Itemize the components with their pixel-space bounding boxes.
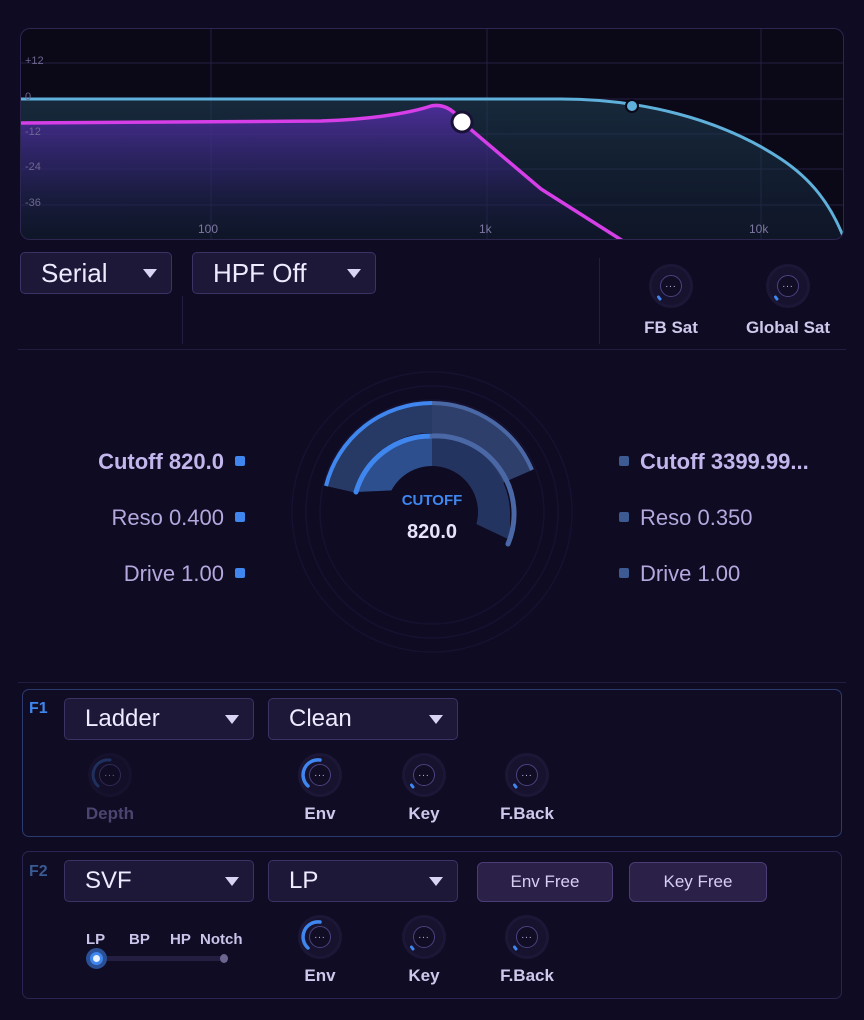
filter2-mode-dropdown[interactable]: LP — [268, 860, 458, 902]
filter2-env-knob[interactable]: ... — [301, 918, 339, 956]
chevron-down-icon — [429, 715, 443, 724]
morph-slider-end — [220, 954, 228, 963]
filter2-indicator — [619, 568, 629, 578]
filter1-character-value: Clean — [289, 705, 352, 732]
filter1-feedback-label: F.Back — [500, 804, 554, 823]
filter2-type-dropdown[interactable]: SVF — [64, 860, 254, 902]
filter1-feedback-knob[interactable]: ... — [508, 756, 546, 794]
morph-slider-track[interactable] — [94, 956, 228, 961]
filter2-env-label: Env — [304, 966, 336, 985]
db-tick-label: -36 — [25, 197, 41, 209]
filter1-indicator — [235, 568, 245, 578]
knob-value: ... — [413, 764, 435, 786]
knob-value: ... — [309, 926, 331, 948]
filter2-indicator — [619, 456, 629, 466]
chevron-down-icon — [225, 715, 239, 724]
db-tick-label: -12 — [25, 126, 41, 138]
chevron-down-icon — [143, 269, 157, 278]
filter1-cutoff-handle[interactable] — [450, 110, 474, 134]
global-sat-knob[interactable]: ... — [769, 267, 807, 305]
env-free-button[interactable]: Env Free — [477, 862, 613, 902]
filter1-tag: F1 — [29, 700, 48, 717]
frequency-response-graph[interactable]: +12 0 -12 -24 -36 100 1k 10k — [20, 28, 844, 240]
chevron-down-icon — [225, 877, 239, 886]
filter2-feedback-label: F.Back — [500, 966, 554, 985]
knob-value: ... — [516, 926, 538, 948]
filter1-reso-param[interactable]: Reso 0.400 — [111, 505, 224, 531]
filter1-character-dropdown[interactable]: Clean — [268, 698, 458, 740]
divider — [18, 349, 846, 350]
filter2-indicator — [619, 512, 629, 522]
filter1-drive-param[interactable]: Drive 1.00 — [124, 561, 224, 587]
divider — [182, 296, 183, 344]
chevron-down-icon — [429, 877, 443, 886]
freq-tick-label: 1k — [479, 222, 492, 236]
filter2-feedback-knob[interactable]: ... — [508, 918, 546, 956]
response-plot[interactable] — [21, 29, 844, 240]
filter1-indicator — [235, 456, 245, 466]
morph-mode-bp[interactable]: BP — [129, 931, 150, 948]
filter2-type-value: SVF — [85, 867, 132, 894]
filter1-indicator — [235, 512, 245, 522]
freq-tick-label: 10k — [749, 222, 769, 236]
knob-value: ... — [777, 275, 799, 297]
filter2-reso-param[interactable]: Reso 0.350 — [640, 505, 753, 531]
knob-value: ... — [516, 764, 538, 786]
knob-value: ... — [309, 764, 331, 786]
routing-mode-dropdown[interactable]: Serial — [20, 252, 172, 294]
chevron-down-icon — [347, 269, 361, 278]
morph-mode-lp[interactable]: LP — [86, 931, 105, 948]
filter2-key-label: Key — [408, 966, 440, 985]
filter1-type-value: Ladder — [85, 705, 160, 732]
divider — [599, 258, 600, 344]
filter2-tag: F2 — [29, 863, 48, 880]
filter1-key-label: Key — [408, 804, 440, 823]
hpf-value: HPF Off — [213, 257, 307, 288]
knob-value: ... — [660, 275, 682, 297]
filter1-key-knob[interactable]: ... — [405, 756, 443, 794]
filter1-depth-knob[interactable]: ... — [91, 756, 129, 794]
fb-sat-label: FB Sat — [644, 318, 698, 337]
filter2-key-knob[interactable]: ... — [405, 918, 443, 956]
knob-value: ... — [413, 926, 435, 948]
hpf-dropdown[interactable]: HPF Off — [192, 252, 376, 294]
dial-value: 820.0 — [406, 521, 458, 543]
filter1-env-label: Env — [304, 804, 336, 823]
freq-tick-label: 100 — [198, 222, 219, 236]
db-tick-label: -24 — [25, 161, 41, 173]
filter1-env-knob[interactable]: ... — [301, 756, 339, 794]
morph-slider-handle[interactable] — [86, 948, 107, 969]
global-sat-label: Global Sat — [745, 318, 831, 337]
filter2-cutoff-param[interactable]: Cutoff 3399.99... — [640, 449, 809, 475]
db-tick-label: +12 — [25, 55, 44, 67]
dial-label: CUTOFF — [401, 492, 463, 509]
dial-center — [386, 466, 478, 558]
filter1-type-dropdown[interactable]: Ladder — [64, 698, 254, 740]
handle-dot — [93, 955, 100, 962]
filter1-depth-label: Depth — [85, 804, 135, 823]
filter2-cutoff-handle[interactable] — [625, 99, 639, 113]
key-free-button[interactable]: Key Free — [629, 862, 767, 902]
filter2-drive-param[interactable]: Drive 1.00 — [640, 561, 740, 587]
routing-mode-value: Serial — [41, 257, 108, 288]
morph-mode-hp[interactable]: HP — [170, 931, 191, 948]
cutoff-dial[interactable] — [282, 362, 582, 662]
knob-value: ... — [99, 764, 121, 786]
divider — [18, 682, 846, 683]
filter1-cutoff-param[interactable]: Cutoff 820.0 — [98, 449, 224, 475]
fb-sat-knob[interactable]: ... — [652, 267, 690, 305]
filter2-mode-value: LP — [289, 867, 319, 894]
morph-mode-notch[interactable]: Notch — [200, 931, 243, 948]
db-tick-label: 0 — [25, 91, 32, 103]
